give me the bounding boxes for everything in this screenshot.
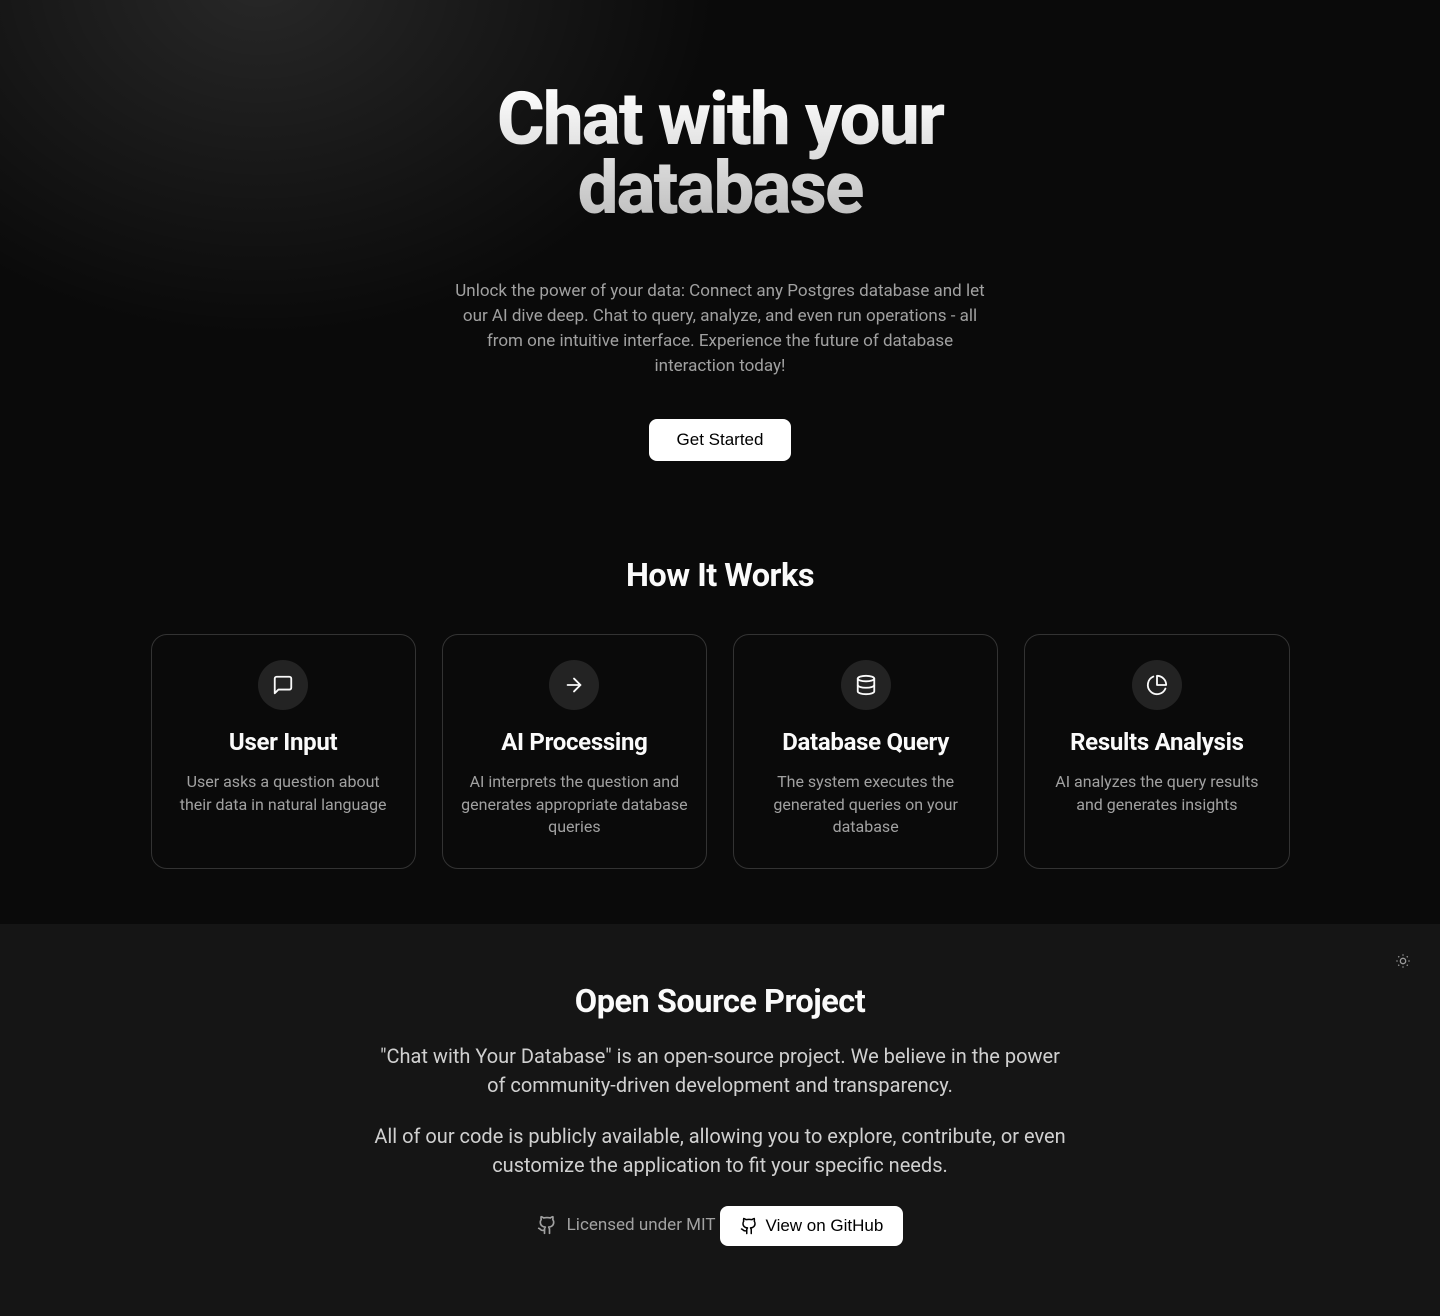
step-title: Results Analysis	[1043, 728, 1270, 756]
message-icon	[258, 660, 308, 710]
get-started-button[interactable]: Get Started	[649, 419, 792, 461]
step-title: Database Query	[752, 728, 979, 756]
open-source-section: Open Source Project "Chat with Your Data…	[0, 924, 1440, 1316]
arrow-right-icon	[549, 660, 599, 710]
steps-grid: User Input User asks a question about th…	[143, 634, 1298, 869]
license-text: Licensed under MIT	[567, 1215, 716, 1235]
step-title: User Input	[170, 728, 397, 756]
pie-chart-icon	[1132, 660, 1182, 710]
oss-heading: Open Source Project	[0, 982, 1440, 1020]
how-it-works-section: How It Works User Input User asks a ques…	[0, 556, 1440, 869]
get-started-label: Get Started	[677, 430, 764, 450]
step-card-results-analysis: Results Analysis AI analyzes the query r…	[1024, 634, 1289, 869]
oss-paragraph-2: All of our code is publicly available, a…	[370, 1122, 1070, 1180]
oss-paragraph-1: "Chat with Your Database" is an open-sou…	[370, 1042, 1070, 1100]
step-card-ai-processing: AI Processing AI interprets the question…	[442, 634, 707, 869]
hero-title: Chat with your database	[360, 85, 1080, 224]
license-line: Licensed under MIT	[537, 1215, 716, 1235]
github-icon	[537, 1215, 557, 1235]
how-it-works-heading: How It Works	[0, 556, 1440, 594]
database-icon	[841, 660, 891, 710]
github-button-label: View on GitHub	[766, 1216, 884, 1236]
step-desc: AI interprets the question and generates…	[461, 771, 688, 838]
view-on-github-button[interactable]: View on GitHub	[720, 1206, 904, 1246]
theme-toggle-button[interactable]	[1386, 944, 1420, 978]
hero-subtitle: Unlock the power of your data: Connect a…	[455, 279, 985, 380]
step-desc: User asks a question about their data in…	[170, 771, 397, 816]
step-desc: AI analyzes the query results and genera…	[1043, 771, 1270, 816]
step-title: AI Processing	[461, 728, 688, 756]
step-card-database-query: Database Query The system executes the g…	[733, 634, 998, 869]
step-card-user-input: User Input User asks a question about th…	[151, 634, 416, 869]
github-icon	[740, 1217, 758, 1235]
hero-section: Chat with your database Unlock the power…	[0, 0, 1440, 461]
step-desc: The system executes the generated querie…	[752, 771, 979, 838]
